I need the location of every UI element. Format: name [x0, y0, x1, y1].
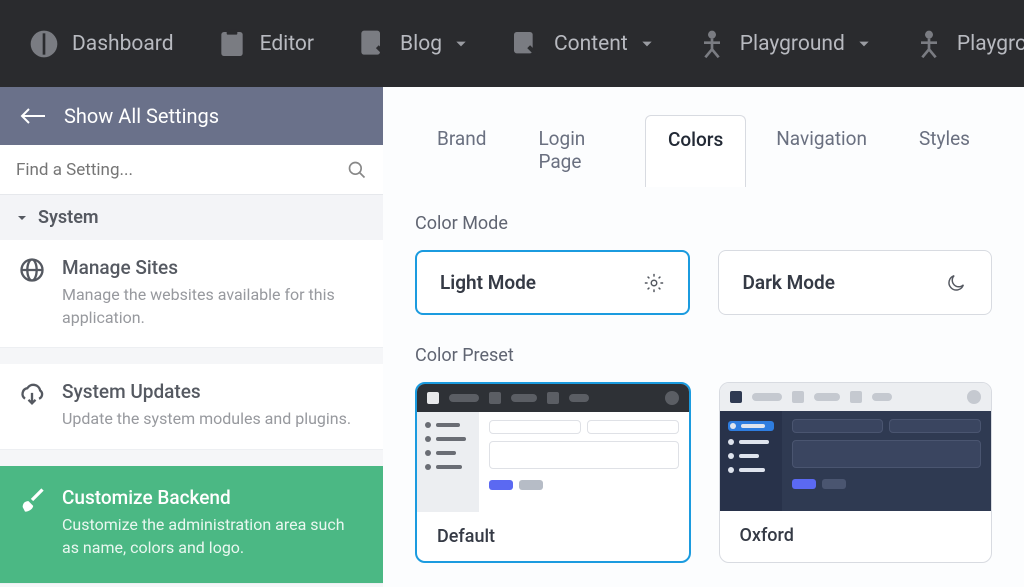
sidebar-item-system-updates[interactable]: System Updates Update the system modules…: [0, 364, 383, 449]
sidebar-item-desc: Customize the administration area such a…: [62, 513, 365, 559]
chevron-down-icon: [640, 37, 654, 51]
nav-dashboard[interactable]: Dashboard: [10, 18, 192, 70]
color-mode-label: Color Mode: [415, 213, 992, 234]
nav-label: Content: [554, 32, 628, 56]
search-icon: [347, 160, 367, 180]
sidebar-item-title: Manage Sites: [62, 256, 365, 279]
cloud-download-icon: [18, 380, 46, 408]
sidebar-back[interactable]: Show All Settings: [0, 87, 383, 145]
sidebar-category[interactable]: System: [0, 195, 383, 240]
tabs: Brand Login Page Colors Navigation Style…: [415, 115, 992, 187]
paintbrush-icon: [18, 486, 46, 514]
sidebar-item-title: Customize Backend: [62, 486, 365, 509]
nav-playground[interactable]: Playground: [678, 18, 889, 70]
gear-icon: [643, 272, 665, 294]
nav-label: Blog: [400, 32, 442, 56]
mode-label: Dark Mode: [743, 271, 835, 294]
person-icon: [913, 28, 945, 60]
mode-light[interactable]: Light Mode: [415, 250, 690, 315]
sidebar-item-title: System Updates: [62, 380, 365, 403]
person-icon: [696, 28, 728, 60]
nav-content[interactable]: Content: [492, 18, 672, 70]
page-pencil-icon: [510, 28, 542, 60]
sidebar: Show All Settings System Manage Sites Ma…: [0, 87, 383, 587]
sidebar-back-label: Show All Settings: [64, 104, 219, 128]
arrow-left-icon: [20, 107, 46, 125]
search-input[interactable]: [16, 160, 347, 180]
nav-label: Dashboard: [72, 32, 174, 56]
leaf-icon: [28, 28, 60, 60]
document-pencil-icon: [356, 28, 388, 60]
chevron-down-icon: [857, 37, 871, 51]
preset-default[interactable]: Default: [415, 382, 691, 563]
sidebar-item-desc: Update the system modules and plugins.: [62, 407, 365, 430]
tab-styles[interactable]: Styles: [897, 115, 992, 187]
preset-label: Oxford: [720, 511, 992, 560]
nav-label: Editor: [260, 32, 314, 56]
tab-brand[interactable]: Brand: [415, 115, 508, 187]
preset-thumbnail: [417, 384, 689, 512]
preset-oxford[interactable]: Oxford: [719, 382, 993, 563]
sidebar-item-desc: Manage the websites available for this a…: [62, 283, 365, 329]
sidebar-item-manage-sites[interactable]: Manage Sites Manage the websites availab…: [0, 240, 383, 348]
nav-label: Playground: [740, 32, 845, 56]
mode-dark[interactable]: Dark Mode: [718, 250, 993, 315]
preset-label: Default: [417, 512, 689, 561]
sidebar-item-customize-backend[interactable]: Customize Backend Customize the administ…: [0, 466, 383, 584]
nav-label: Playground 2: [957, 32, 1024, 56]
sidebar-search[interactable]: [0, 145, 383, 195]
chevron-down-icon: [454, 37, 468, 51]
globe-icon: [18, 256, 46, 284]
main-content: Brand Login Page Colors Navigation Style…: [383, 87, 1024, 587]
tab-navigation[interactable]: Navigation: [754, 115, 889, 187]
tab-colors[interactable]: Colors: [645, 115, 746, 187]
nav-editor[interactable]: Editor: [198, 18, 332, 70]
chevron-down-icon: [16, 212, 28, 224]
moon-icon: [945, 272, 967, 294]
tab-login-page[interactable]: Login Page: [516, 115, 636, 187]
clipboard-icon: [216, 28, 248, 60]
preset-thumbnail: [720, 383, 992, 511]
mode-label: Light Mode: [440, 271, 536, 294]
sidebar-category-label: System: [38, 207, 99, 228]
nav-blog[interactable]: Blog: [338, 18, 486, 70]
nav-playground-2[interactable]: Playground 2: [895, 18, 1024, 70]
top-nav: Dashboard Editor Blog Content Playground…: [0, 0, 1024, 87]
color-preset-label: Color Preset: [415, 345, 992, 366]
